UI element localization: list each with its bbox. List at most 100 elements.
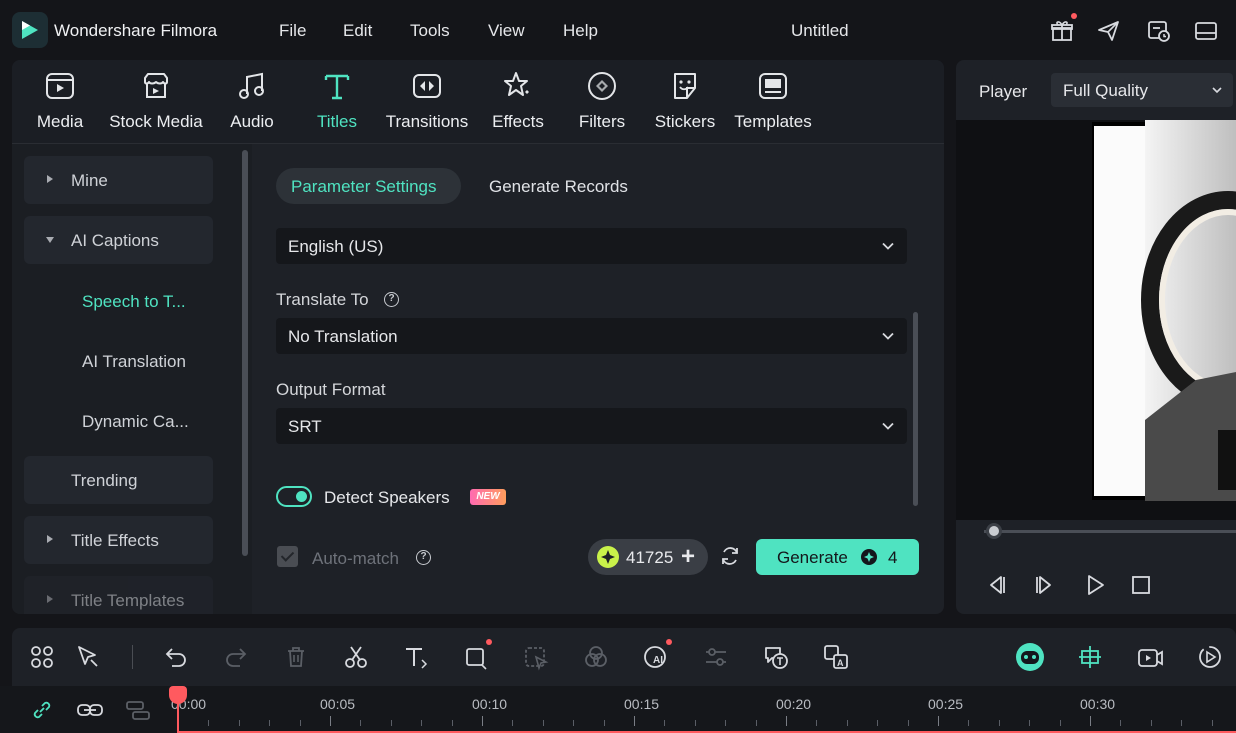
content-scrollbar[interactable] <box>913 312 918 506</box>
ai-copilot-icon[interactable] <box>1014 641 1046 673</box>
text-tool-icon[interactable] <box>402 643 430 671</box>
sidebar-item-mine[interactable]: Mine <box>24 156 213 204</box>
send-feedback-icon[interactable] <box>1096 18 1122 44</box>
menu-view[interactable]: View <box>488 21 525 41</box>
translate-icon[interactable]: A <box>822 643 850 671</box>
help-icon[interactable]: ? <box>384 292 399 307</box>
previous-frame-icon[interactable] <box>984 573 1008 597</box>
player-panel: Player Full Quality <box>956 60 1236 614</box>
sidebar-item-title-effects[interactable]: Title Effects <box>24 516 213 564</box>
ruler-major-tick <box>330 716 331 726</box>
caret-down-icon <box>46 237 54 243</box>
menu-edit[interactable]: Edit <box>343 21 372 41</box>
tick-label: 00:05 <box>320 696 356 712</box>
ruler-minor-tick <box>269 720 271 726</box>
chevron-down-icon <box>882 332 894 340</box>
tab-audio[interactable]: Audio <box>226 70 278 140</box>
play-icon[interactable] <box>1083 573 1107 597</box>
sidebar-item-ai-captions[interactable]: AI Captions <box>24 216 213 264</box>
credit-coin-icon <box>597 546 619 568</box>
crop-icon[interactable] <box>462 643 490 671</box>
undo-icon[interactable] <box>162 643 190 671</box>
layout-icon[interactable] <box>1193 18 1219 44</box>
select-tool-icon[interactable] <box>74 643 102 671</box>
tab-transitions-label: Transitions <box>385 112 469 131</box>
chevron-down-icon <box>882 422 894 430</box>
menu-help[interactable]: Help <box>563 21 598 41</box>
quality-select[interactable]: Full Quality <box>1051 73 1233 107</box>
generate-button[interactable]: Generate 4 <box>756 539 919 575</box>
sidebar-item-title-templates[interactable]: Title Templates <box>24 576 213 614</box>
ai-smart-cutout-icon[interactable] <box>522 643 550 671</box>
tab-stock-media-label: Stock Media <box>109 112 203 131</box>
delete-icon[interactable] <box>282 643 310 671</box>
menu-tools[interactable]: Tools <box>410 21 450 41</box>
speech-to-text-icon[interactable] <box>762 643 790 671</box>
detect-speakers-toggle[interactable] <box>276 486 312 507</box>
screen-recorder-icon[interactable] <box>1136 643 1164 671</box>
stop-icon[interactable] <box>1129 573 1153 597</box>
ruler-minor-tick <box>603 720 605 726</box>
ruler-major-tick <box>1090 716 1091 726</box>
menu-file[interactable]: File <box>279 21 306 41</box>
sidebar-scrollbar[interactable] <box>242 150 248 556</box>
scissors-icon[interactable] <box>342 643 370 671</box>
link-icon[interactable] <box>30 698 54 722</box>
snap-icon[interactable] <box>1076 643 1104 671</box>
ruler-minor-tick <box>512 720 514 726</box>
ruler-minor-tick <box>725 720 727 726</box>
tab-templates-label: Templates <box>734 112 812 131</box>
title-bar: Wondershare Filmora File Edit Tools View… <box>0 0 1236 60</box>
filters-icon <box>588 72 616 100</box>
preview-frame <box>1092 120 1236 501</box>
ruler-minor-tick <box>755 720 757 726</box>
render-preview-icon[interactable] <box>1196 643 1224 671</box>
tab-media[interactable]: Media <box>34 70 86 140</box>
credits-balance[interactable]: 41725 + <box>588 539 708 575</box>
schedule-icon[interactable] <box>1146 18 1172 44</box>
tab-effects[interactable]: Effects <box>490 70 546 140</box>
playback-knob[interactable] <box>986 523 1002 539</box>
tab-templates[interactable]: Templates <box>732 70 814 140</box>
effects-icon <box>504 72 529 96</box>
track-layout-icon[interactable] <box>124 698 152 722</box>
tab-stock-media[interactable]: Stock Media <box>106 70 206 140</box>
group-link-icon[interactable] <box>76 698 104 722</box>
tab-transitions[interactable]: Transitions <box>384 70 470 140</box>
next-frame-icon[interactable] <box>1033 573 1057 597</box>
sidebar-item-speech-to-text[interactable]: Speech to T... <box>82 292 186 312</box>
help-icon[interactable]: ? <box>416 550 431 565</box>
ruler-minor-tick <box>998 720 1000 726</box>
tick-label: 00:10 <box>472 696 508 712</box>
tab-stickers[interactable]: Stickers <box>652 70 718 140</box>
gift-icon[interactable] <box>1049 18 1075 44</box>
adjust-icon[interactable] <box>702 643 730 671</box>
ruler-minor-tick <box>1029 720 1031 726</box>
language-select[interactable]: English (US) <box>276 228 907 264</box>
ruler-minor-tick <box>1150 720 1152 726</box>
ai-audio-icon[interactable]: AI <box>642 643 670 671</box>
playback-progress[interactable] <box>984 530 1236 533</box>
video-preview[interactable] <box>956 120 1236 520</box>
tab-parameter-settings[interactable]: Parameter Settings <box>276 168 461 204</box>
tab-filters[interactable]: Filters <box>576 70 628 140</box>
translate-select[interactable]: No Translation <box>276 318 907 354</box>
tab-generate-records[interactable]: Generate Records <box>489 177 628 197</box>
notification-dot <box>486 639 492 645</box>
playhead-handle[interactable] <box>169 686 187 704</box>
color-match-icon[interactable] <box>582 643 610 671</box>
tick-label: 00:25 <box>928 696 964 712</box>
sidebar-item-dynamic-captions[interactable]: Dynamic Ca... <box>82 412 189 432</box>
refresh-icon[interactable] <box>719 545 741 567</box>
tab-titles[interactable]: Titles <box>312 70 362 140</box>
output-format-select[interactable]: SRT <box>276 408 907 444</box>
auto-match-checkbox[interactable] <box>277 546 298 567</box>
add-credits-icon[interactable]: + <box>681 543 695 571</box>
generate-label: Generate <box>777 548 848 567</box>
tab-filters-label: Filters <box>578 112 626 131</box>
layout-grid-icon[interactable] <box>28 643 56 671</box>
sidebar-item-trending[interactable]: Trending <box>24 456 213 504</box>
sidebar-item-ai-translation[interactable]: AI Translation <box>82 352 186 372</box>
ruler-minor-tick <box>299 720 301 726</box>
redo-icon[interactable] <box>222 643 250 671</box>
